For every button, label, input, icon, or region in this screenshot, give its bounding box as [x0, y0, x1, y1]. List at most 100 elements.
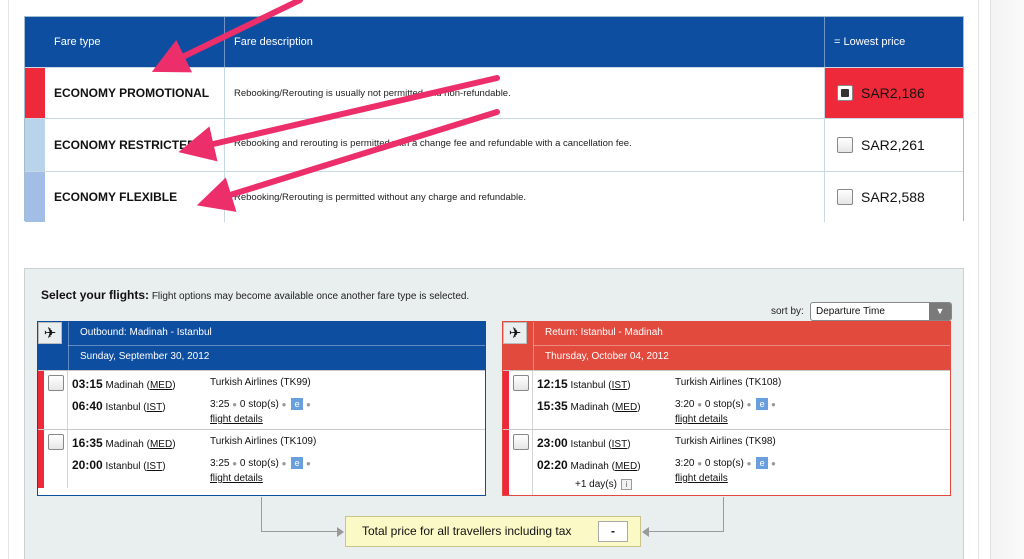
fare-checkbox[interactable] — [837, 189, 853, 205]
flight-details-link[interactable]: flight details — [210, 473, 263, 484]
outbound-route: Outbound: Madinah - Istanbul — [80, 327, 212, 338]
departure-airport-link[interactable]: IST — [612, 380, 628, 391]
next-day-label: +1 day(s) — [575, 479, 617, 490]
fare-price-cell[interactable]: SAR2,186 — [825, 68, 963, 118]
e-ticket-icon: e — [756, 398, 769, 410]
closing-paren: ) — [172, 439, 176, 450]
connector-line — [723, 497, 724, 532]
arrival-city: Madinah ( — [570, 461, 615, 472]
flight-option[interactable]: 12:15 Istanbul (IST) 15:35 Madinah (MED)… — [503, 370, 950, 429]
departure-airport-link[interactable]: MED — [150, 380, 172, 391]
dot-icon: ● — [770, 400, 776, 409]
arrival-city: Istanbul ( — [105, 461, 147, 472]
page-border-right — [978, 0, 979, 559]
departure-time: 03:15 — [72, 377, 103, 391]
flight-checkbox[interactable] — [513, 375, 529, 391]
fare-color-strip — [25, 119, 45, 171]
dot-icon: ● — [697, 400, 703, 409]
header-divider — [68, 345, 485, 346]
fare-row-economy-flexible[interactable]: ECONOMY FLEXIBLE Rebooking/Rerouting is … — [25, 171, 963, 222]
total-price-box: Total price for all travellers including… — [345, 516, 641, 547]
airline: Turkish Airlines (TK98) — [675, 436, 776, 447]
fare-price: SAR2,588 — [861, 189, 925, 205]
fare-checkbox[interactable] — [837, 137, 853, 153]
header-divider — [533, 322, 534, 370]
arrival-airport-link[interactable]: IST — [147, 461, 163, 472]
airplane-icon: ✈ — [38, 322, 62, 344]
fare-row-economy-restricted[interactable]: ECONOMY RESTRICTED Rebooking and rerouti… — [25, 118, 963, 171]
departure: 12:15 Istanbul (IST) — [537, 377, 631, 391]
fare-checkbox[interactable] — [837, 85, 853, 101]
departure: 23:00 Istanbul (IST) — [537, 436, 631, 450]
flights-title-note: Flight options may become available once… — [151, 291, 470, 302]
e-ticket-icon: e — [291, 457, 304, 469]
connector-line — [261, 497, 262, 532]
chevron-down-icon[interactable]: ▼ — [929, 303, 951, 320]
closing-paren: ) — [172, 380, 176, 391]
return-header: ✈ Return: Istanbul - Madinah Thursday, O… — [503, 322, 950, 370]
departure-city: Istanbul ( — [570, 380, 612, 391]
flight-checkbox[interactable] — [48, 375, 64, 391]
page: Fare type Fare description = Lowest pric… — [0, 0, 990, 559]
fare-description: Rebooking/Rerouting is permitted without… — [225, 172, 825, 222]
departure-city: Istanbul ( — [570, 439, 612, 450]
stops: 0 stop(s) — [704, 458, 744, 469]
fare-row-economy-promotional[interactable]: ECONOMY PROMOTIONAL Rebooking/Rerouting … — [25, 67, 963, 118]
arrival: 02:20 Madinah (MED) — [537, 458, 641, 472]
header-fare-type: Fare type — [25, 17, 225, 67]
flight-checkbox[interactable] — [48, 434, 64, 450]
flights-panel: Select your flights: Flight options may … — [24, 268, 964, 559]
flight-checkbox[interactable] — [513, 434, 529, 450]
stops: 0 stop(s) — [704, 399, 744, 410]
departure-city: Madinah ( — [105, 380, 150, 391]
airline: Turkish Airlines (TK99) — [210, 377, 311, 388]
departure-time: 23:00 — [537, 436, 568, 450]
dot-icon: ● — [232, 459, 238, 468]
return-route: Return: Istanbul - Madinah — [545, 327, 663, 338]
dot-icon: ● — [232, 400, 238, 409]
dot-icon: ● — [281, 459, 287, 468]
fare-price: SAR2,261 — [861, 137, 925, 153]
flight-details-link[interactable]: flight details — [210, 414, 263, 425]
sort-by-select[interactable]: Departure Time ▼ — [810, 302, 952, 321]
closing-paren: ) — [637, 402, 641, 413]
arrival: 20:00 Istanbul (IST) — [72, 458, 166, 472]
closing-paren: ) — [162, 402, 166, 413]
arrival-airport-link[interactable]: MED — [615, 402, 637, 413]
outbound-date: Sunday, September 30, 2012 — [80, 351, 210, 362]
arrival-airport-link[interactable]: MED — [615, 461, 637, 472]
flight-details-link[interactable]: flight details — [675, 414, 728, 425]
arrival-city: Madinah ( — [570, 402, 615, 413]
flight-select-cell — [44, 430, 68, 488]
stops: 0 stop(s) — [239, 458, 279, 469]
arrow-left-icon — [642, 527, 649, 537]
arrival-time: 15:35 — [537, 399, 568, 413]
flight-details-link[interactable]: flight details — [675, 473, 728, 484]
e-ticket-icon: e — [756, 457, 769, 469]
closing-paren: ) — [637, 461, 641, 472]
departure-time: 12:15 — [537, 377, 568, 391]
flight-option[interactable]: 23:00 Istanbul (IST) 02:20 Madinah (MED)… — [503, 429, 950, 495]
departure-airport-link[interactable]: IST — [612, 439, 628, 450]
dot-icon: ● — [746, 459, 752, 468]
flight-select-cell — [44, 371, 68, 429]
fare-price-cell[interactable]: SAR2,261 — [825, 119, 963, 171]
closing-paren: ) — [627, 380, 631, 391]
fare-price: SAR2,186 — [861, 85, 925, 101]
departure: 03:15 Madinah (MED) — [72, 377, 176, 391]
fare-table: Fare type Fare description = Lowest pric… — [24, 16, 964, 222]
fare-price-cell[interactable]: SAR2,588 — [825, 172, 963, 222]
duration: 3:25 — [210, 399, 230, 410]
airplane-icon: ✈ — [503, 322, 527, 344]
header-divider — [68, 322, 69, 370]
airline: Turkish Airlines (TK108) — [675, 377, 782, 388]
page-border-left — [8, 0, 9, 559]
arrow-right-icon — [337, 527, 344, 537]
flight-option[interactable]: 03:15 Madinah (MED) 06:40 Istanbul (IST)… — [38, 370, 485, 429]
departure-time: 16:35 — [72, 436, 103, 450]
info-icon[interactable]: i — [620, 479, 632, 490]
flight-option[interactable]: 16:35 Madinah (MED) 20:00 Istanbul (IST)… — [38, 429, 485, 488]
fare-name: ECONOMY RESTRICTED — [45, 119, 225, 171]
arrival-airport-link[interactable]: IST — [147, 402, 163, 413]
departure-airport-link[interactable]: MED — [150, 439, 172, 450]
